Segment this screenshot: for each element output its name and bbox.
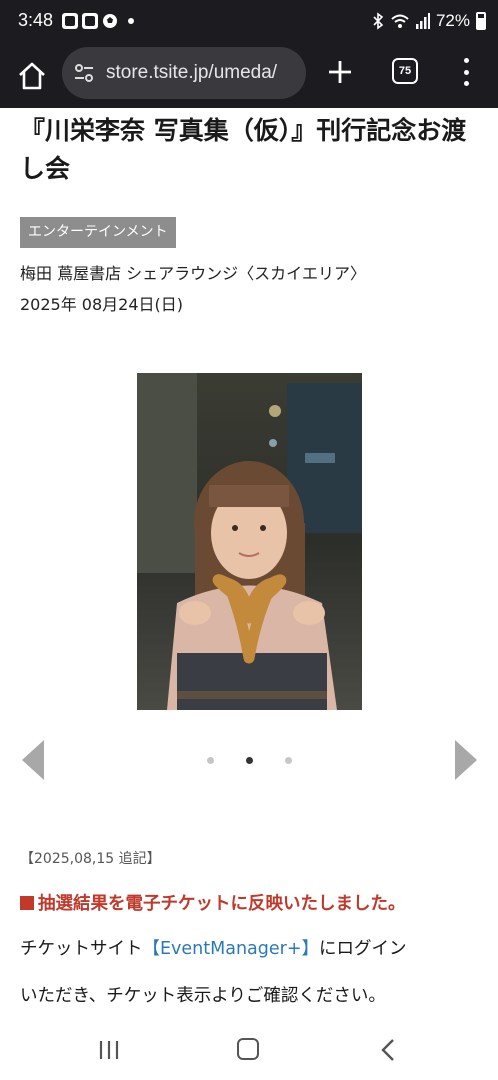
battery-percent: 72% <box>435 11 470 30</box>
new-tab-icon[interactable] <box>326 58 354 86</box>
battery-icon <box>476 12 486 30</box>
system-nav-bar <box>0 1022 498 1080</box>
carousel-dot-2[interactable] <box>246 757 253 764</box>
signal-icon <box>415 13 430 29</box>
tab-switcher-button[interactable]: 75 <box>392 58 418 84</box>
gallery-icon <box>62 13 78 29</box>
body-text-line-2: いただき、チケット表示よりご確認ください。 <box>20 986 386 1006</box>
body-text-suffix: にログイン <box>319 939 407 959</box>
event-photo <box>137 373 362 710</box>
event-title: 『川栄李奈 写真集（仮）』刊行記念お渡し会 <box>20 116 467 183</box>
browser-toolbar: store.tsite.jp/umeda/ 75 <box>0 44 498 108</box>
address-bar[interactable]: store.tsite.jp/umeda/ <box>62 47 306 99</box>
carousel-dots <box>0 757 498 767</box>
tab-count: 75 <box>398 65 412 77</box>
status-right: 72% <box>372 11 486 31</box>
carousel-dot-1[interactable] <box>207 757 214 764</box>
lottery-notice-text: 抽選結果を電子チケットに反映いたしました。 <box>38 894 406 914</box>
back-icon[interactable] <box>380 1038 396 1062</box>
pay-icon <box>82 13 98 29</box>
home-nav-icon[interactable] <box>237 1038 259 1060</box>
status-bar: 3:48 72% <box>0 0 498 44</box>
update-date-note: 【2025,08,15 追記】 <box>20 851 161 867</box>
notification-dot <box>128 18 134 24</box>
status-notification-icons <box>62 13 134 29</box>
home-icon[interactable] <box>16 60 48 92</box>
bluetooth-icon <box>373 12 384 30</box>
site-settings-icon[interactable] <box>72 61 96 85</box>
body-text-line-1: チケットサイト【EventManager+】にログイン <box>20 935 407 960</box>
status-time: 3:48 <box>18 10 54 30</box>
soccer-icon <box>103 14 117 28</box>
carousel-dot-3[interactable] <box>285 757 292 764</box>
event-venue: 梅田 蔦屋書店 シェアラウンジ〈スカイエリア〉 <box>20 264 367 283</box>
category-badge[interactable]: エンターテインメント <box>20 217 176 248</box>
recents-icon[interactable] <box>98 1040 120 1060</box>
menu-icon[interactable] <box>462 58 470 86</box>
url-text[interactable]: store.tsite.jp/umeda/ <box>106 62 277 84</box>
eventmanager-link[interactable]: 【EventManager+】 <box>143 939 320 959</box>
wifi-icon <box>391 14 409 28</box>
lottery-notice: 抽選結果を電子チケットに反映いたしました。 <box>20 890 406 915</box>
event-date: 2025年 08月24日(日) <box>20 295 184 314</box>
body-text-prefix: チケットサイト <box>20 939 143 959</box>
red-square-icon <box>20 896 34 910</box>
